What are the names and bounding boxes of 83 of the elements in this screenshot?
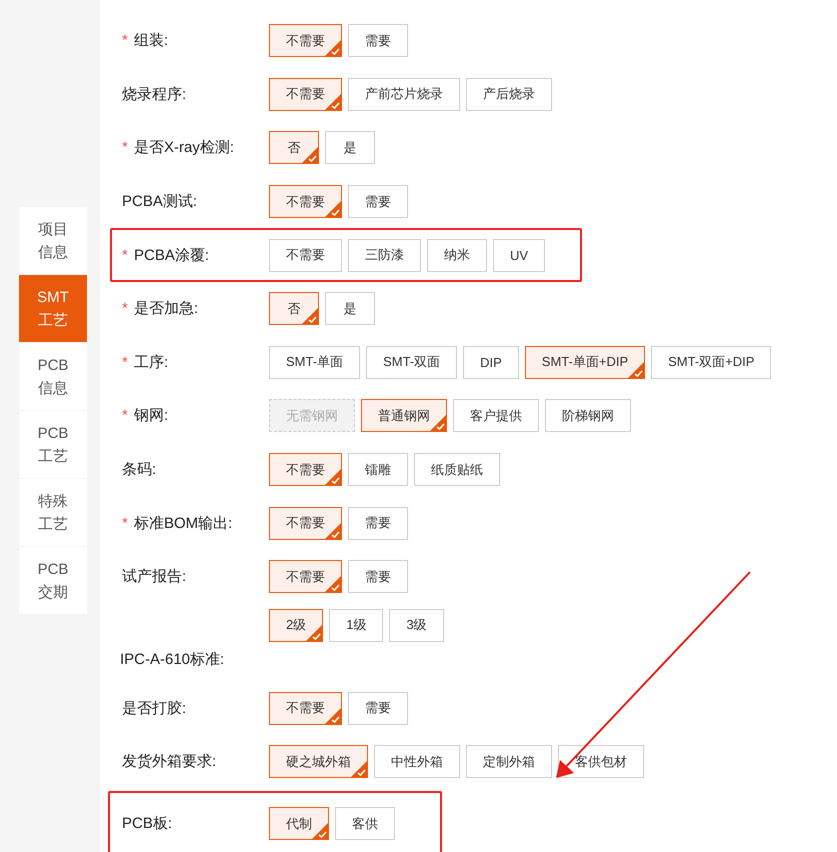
option-button[interactable]: 否 (269, 292, 319, 326)
option-button[interactable]: 需要 (348, 185, 408, 218)
option-button[interactable]: 纸质贴纸 (414, 453, 500, 486)
check-corner-icon (325, 522, 341, 539)
field-label: 试产报告: (122, 567, 186, 586)
check-corner-icon (325, 94, 341, 110)
option-button[interactable]: 中性外箱 (374, 745, 460, 778)
required-asterisk: * (122, 354, 129, 371)
option-button[interactable]: 需要 (348, 24, 408, 58)
sidebar-tab[interactable]: PCB 信息 (19, 343, 87, 410)
option-button[interactable]: 是 (325, 292, 375, 326)
field-label: 组装: (134, 31, 168, 50)
field-label: 发货外箱要求: (122, 752, 216, 772)
check-corner-icon (325, 201, 341, 218)
check-corner-icon (628, 362, 644, 378)
option-button[interactable]: 纳米 (427, 238, 487, 272)
required-asterisk: * (122, 139, 129, 156)
option-button[interactable]: SMT-双面+DIP (651, 346, 772, 379)
option-button[interactable]: 客供包材 (558, 745, 644, 778)
option-button[interactable]: 三防漆 (348, 238, 421, 272)
option-button[interactable]: 产后烧录 (466, 78, 552, 111)
required-asterisk: * (122, 32, 129, 50)
field-label: PCB板: (122, 814, 172, 834)
option-button[interactable]: 不需要 (269, 185, 342, 218)
check-corner-icon (351, 761, 367, 778)
field-label: 是否打胶: (122, 698, 186, 718)
option-button[interactable]: SMT-双面 (366, 346, 458, 379)
option-button[interactable]: 不需要 (269, 692, 342, 725)
option-button[interactable]: 需要 (348, 560, 408, 594)
required-asterisk: * (122, 246, 129, 264)
field-label: 是否加急: (134, 299, 198, 318)
option-button[interactable]: SMT-单面+DIP (524, 346, 646, 379)
sidebar-tab[interactable]: 项目 信息 (19, 207, 87, 274)
check-corner-icon (312, 823, 328, 840)
option-button[interactable]: DIP (463, 346, 519, 379)
check-corner-icon (325, 708, 341, 724)
field-label: IPC-A-610标准: (120, 650, 224, 669)
field-label: 条码: (122, 460, 156, 480)
sidebar-tab[interactable]: PCB 工艺 (19, 411, 87, 478)
option-button[interactable]: 不需要 (269, 238, 342, 272)
option-button[interactable]: 需要 (348, 692, 408, 725)
option-button[interactable]: SMT-单面 (269, 346, 360, 379)
option-button[interactable]: UV (493, 238, 546, 272)
check-corner-icon (325, 469, 341, 486)
check-corner-icon (302, 147, 318, 164)
field-label: 钢网: (134, 406, 168, 426)
option-button[interactable]: 产前芯片烧录 (348, 78, 460, 111)
sidebar-tab[interactable]: 特殊 工艺 (19, 479, 87, 546)
option-button[interactable]: 客供 (335, 807, 395, 840)
required-asterisk: * (122, 514, 129, 532)
check-corner-icon (302, 308, 318, 324)
field-label: 工序: (134, 352, 168, 372)
required-asterisk: * (122, 300, 129, 318)
option-button[interactable]: 2级 (269, 608, 324, 642)
check-corner-icon (325, 40, 341, 56)
sidebar-tab[interactable]: PCB 交期 (19, 547, 87, 614)
field-label: 是否X-ray检测: (134, 138, 234, 158)
field-label: PCBA测试: (122, 192, 198, 212)
option-button[interactable]: 普通钢网 (361, 399, 447, 432)
option-button[interactable]: 3级 (389, 608, 444, 642)
option-button[interactable]: 不需要 (269, 453, 342, 486)
option-button[interactable]: 不需要 (269, 78, 342, 111)
option-button[interactable]: 客户提供 (453, 399, 539, 432)
check-corner-icon (306, 624, 322, 641)
option-button[interactable]: 否 (269, 131, 319, 164)
option-button[interactable]: 不需要 (269, 560, 342, 594)
option-button[interactable]: 镭雕 (348, 453, 408, 486)
field-label: 标准BOM输出: (134, 514, 232, 533)
option-button[interactable]: 代制 (269, 807, 329, 840)
option-button[interactable]: 硬之城外箱 (269, 745, 368, 778)
option-button[interactable]: 定制外箱 (466, 745, 552, 778)
field-label: 烧录程序: (122, 84, 186, 104)
option-button[interactable]: 1级 (329, 608, 384, 642)
check-corner-icon (325, 576, 341, 592)
sidebar-tab[interactable]: SMT 工艺 (19, 275, 87, 342)
option-button[interactable]: 是 (325, 131, 375, 164)
option-button[interactable]: 需要 (348, 506, 408, 540)
field-label: PCBA涂覆: (134, 246, 210, 265)
option-button[interactable]: 不需要 (269, 24, 342, 58)
option-button[interactable]: 不需要 (269, 506, 342, 540)
required-asterisk: * (122, 407, 129, 424)
option-button[interactable]: 阶梯钢网 (545, 399, 631, 432)
check-corner-icon (430, 415, 446, 432)
